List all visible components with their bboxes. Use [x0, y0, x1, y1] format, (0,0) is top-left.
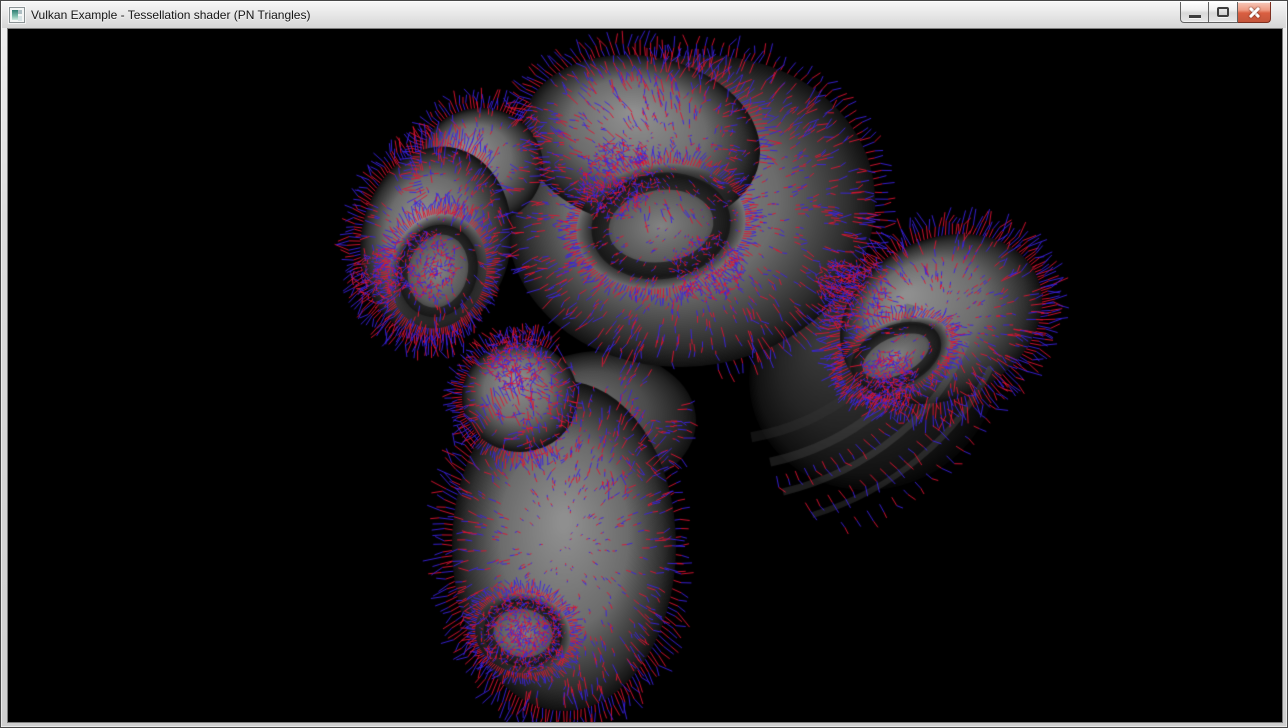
minimize-button[interactable] — [1180, 2, 1209, 23]
viewport-canvas[interactable] — [8, 29, 1282, 722]
app-icon-block — [18, 16, 22, 21]
app-icon-block — [18, 10, 22, 14]
close-button[interactable] — [1238, 2, 1271, 23]
caption-buttons — [1180, 2, 1271, 23]
app-icon[interactable] — [9, 7, 25, 23]
app-window: Vulkan Example - Tessellation shader (PN… — [0, 0, 1288, 728]
window-title: Vulkan Example - Tessellation shader (PN… — [31, 8, 310, 22]
maximize-icon — [1217, 7, 1229, 17]
maximize-button[interactable] — [1209, 2, 1238, 23]
close-icon — [1247, 5, 1262, 20]
titlebar[interactable]: Vulkan Example - Tessellation shader (PN… — [2, 2, 1286, 28]
render-client-area — [7, 28, 1283, 723]
minimize-icon — [1189, 15, 1201, 18]
